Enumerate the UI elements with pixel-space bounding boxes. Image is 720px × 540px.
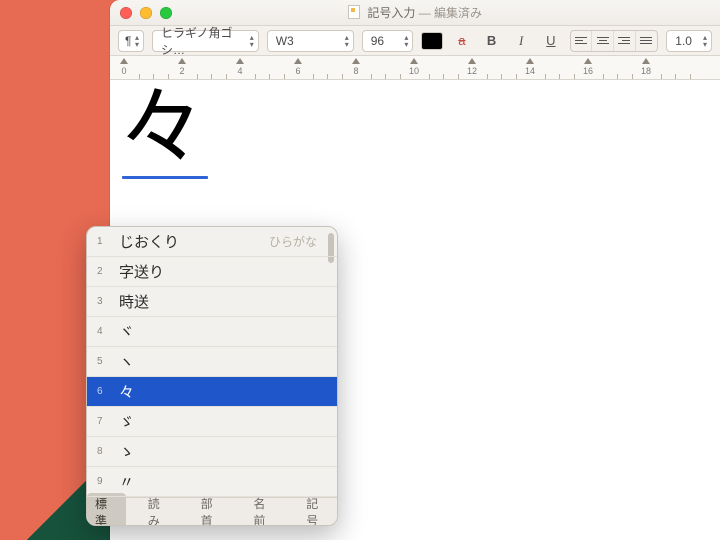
- font-family-select[interactable]: ヒラギノ角ゴシ… ▴▾: [152, 30, 259, 52]
- ruler-tab-stop[interactable]: [120, 58, 128, 64]
- font-size-select[interactable]: 96 ▴▾: [362, 30, 414, 52]
- ime-candidate[interactable]: 9〃: [87, 467, 337, 497]
- ruler-tab-stop[interactable]: [642, 58, 650, 64]
- underline-button[interactable]: U: [540, 31, 562, 51]
- ime-footer-tab[interactable]: 名前: [245, 493, 284, 527]
- ruler-number: 6: [295, 66, 300, 76]
- ime-candidate-text: 字送り: [119, 261, 164, 282]
- italic-button[interactable]: I: [510, 31, 532, 51]
- ime-footer-tab[interactable]: 読み: [140, 493, 179, 527]
- window-title: 記号入力 — 編集済み: [110, 4, 720, 21]
- ime-candidate[interactable]: 5ヽ: [87, 347, 337, 377]
- ime-candidate-text: じおくり: [119, 231, 179, 252]
- ime-candidate-text: ヾ: [119, 321, 134, 342]
- paragraph-icon: ¶: [125, 34, 131, 48]
- ruler-tab-stop[interactable]: [410, 58, 418, 64]
- text-align-group: [570, 30, 659, 52]
- window-title-status: 編集済み: [434, 6, 482, 20]
- ruler-tab-stop[interactable]: [352, 58, 360, 64]
- font-family-label: ヒラギノ角ゴシ…: [161, 24, 240, 58]
- paragraph-style-select[interactable]: ¶ ▴▾: [118, 30, 144, 52]
- ime-candidate-text: 時送: [119, 291, 149, 312]
- ime-candidate-text: 々: [119, 381, 134, 402]
- ruler-number: 10: [409, 66, 419, 76]
- document-icon: [348, 5, 360, 19]
- format-toolbar: ¶ ▴▾ ヒラギノ角ゴシ… ▴▾ W3 ▴▾ 96 ▴▾ a B I U 1.0…: [110, 26, 720, 56]
- ruler-number: 12: [467, 66, 477, 76]
- align-center-button[interactable]: [592, 31, 614, 51]
- ime-candidate-number: 2: [97, 266, 111, 277]
- ruler-tab-stop[interactable]: [236, 58, 244, 64]
- window-title-name: 記号入力: [367, 6, 415, 20]
- line-spacing-select[interactable]: 1.0 ▴▾: [666, 30, 712, 52]
- ime-candidate[interactable]: 8ゝ: [87, 437, 337, 467]
- ruler-number: 4: [237, 66, 242, 76]
- ruler-number: 2: [179, 66, 184, 76]
- ime-footer-tab[interactable]: 記号: [298, 493, 337, 527]
- ruler-tab-stop[interactable]: [584, 58, 592, 64]
- ime-candidate[interactable]: 7ゞ: [87, 407, 337, 437]
- ime-candidate-number: 9: [97, 476, 111, 487]
- ruler-tab-stop[interactable]: [178, 58, 186, 64]
- bold-button[interactable]: B: [481, 31, 503, 51]
- ruler-number: 14: [525, 66, 535, 76]
- ime-candidate-number: 7: [97, 416, 111, 427]
- ime-footer-tabs: 標準読み部首名前記号: [87, 497, 337, 525]
- ime-candidate-number: 4: [97, 326, 111, 337]
- ime-candidate-panel: 1じおくりひらがな2字送り3時送4ヾ5ヽ6々7ゞ8ゝ9〃 標準読み部首名前記号: [86, 226, 338, 526]
- ruler-tab-stop[interactable]: [526, 58, 534, 64]
- ime-candidate[interactable]: 2 字送り: [87, 257, 337, 287]
- ime-candidate[interactable]: 3 時送: [87, 287, 337, 317]
- ime-candidate-list: 1じおくりひらがな2字送り3時送4ヾ5ヽ6々7ゞ8ゝ9〃: [87, 227, 337, 497]
- align-right-button[interactable]: [614, 31, 636, 51]
- ime-candidate[interactable]: 4ヾ: [87, 317, 337, 347]
- strikethrough-button[interactable]: a: [451, 31, 473, 51]
- ime-candidate[interactable]: 6々: [87, 377, 337, 407]
- ruler-number: 8: [353, 66, 358, 76]
- window-controls: [120, 7, 172, 19]
- zoom-icon[interactable]: [160, 7, 172, 19]
- ime-underline: [122, 176, 208, 179]
- window-titlebar[interactable]: 記号入力 — 編集済み: [110, 0, 720, 26]
- ime-candidate-text: ゝ: [119, 441, 134, 462]
- ime-candidate-text: ゞ: [119, 411, 134, 432]
- ruler-tab-stop[interactable]: [468, 58, 476, 64]
- align-justify-button[interactable]: [636, 31, 658, 51]
- ime-candidate-number: 3: [97, 296, 111, 307]
- ime-candidate-number: 6: [97, 386, 111, 397]
- composing-text: 々: [118, 84, 206, 172]
- ime-footer-tab[interactable]: 部首: [193, 493, 232, 527]
- ime-candidate-text: 〃: [119, 471, 134, 492]
- ime-candidate-number: 5: [97, 356, 111, 367]
- font-size-label: 96: [371, 34, 384, 48]
- align-left-button[interactable]: [571, 31, 593, 51]
- ime-candidate-number: 8: [97, 446, 111, 457]
- ime-footer-tab[interactable]: 標準: [87, 493, 126, 527]
- font-weight-label: W3: [276, 34, 294, 48]
- ruler-tab-stop[interactable]: [294, 58, 302, 64]
- ruler-number: 16: [583, 66, 593, 76]
- close-icon[interactable]: [120, 7, 132, 19]
- text-color-swatch[interactable]: [421, 32, 443, 50]
- minimize-icon[interactable]: [140, 7, 152, 19]
- ime-candidate-number: 1: [97, 236, 111, 247]
- line-spacing-label: 1.0: [675, 34, 692, 48]
- ime-category-hint: ひらがな: [269, 233, 317, 250]
- ruler-number: 18: [641, 66, 651, 76]
- ime-candidate-text: ヽ: [119, 351, 134, 372]
- ruler[interactable]: 0 2 4 6 8 10 12 14 16 18: [110, 56, 720, 80]
- font-weight-select[interactable]: W3 ▴▾: [267, 30, 354, 52]
- ruler-number: 0: [121, 66, 126, 76]
- ime-candidate[interactable]: 1 じおくり ひらがな: [87, 227, 337, 257]
